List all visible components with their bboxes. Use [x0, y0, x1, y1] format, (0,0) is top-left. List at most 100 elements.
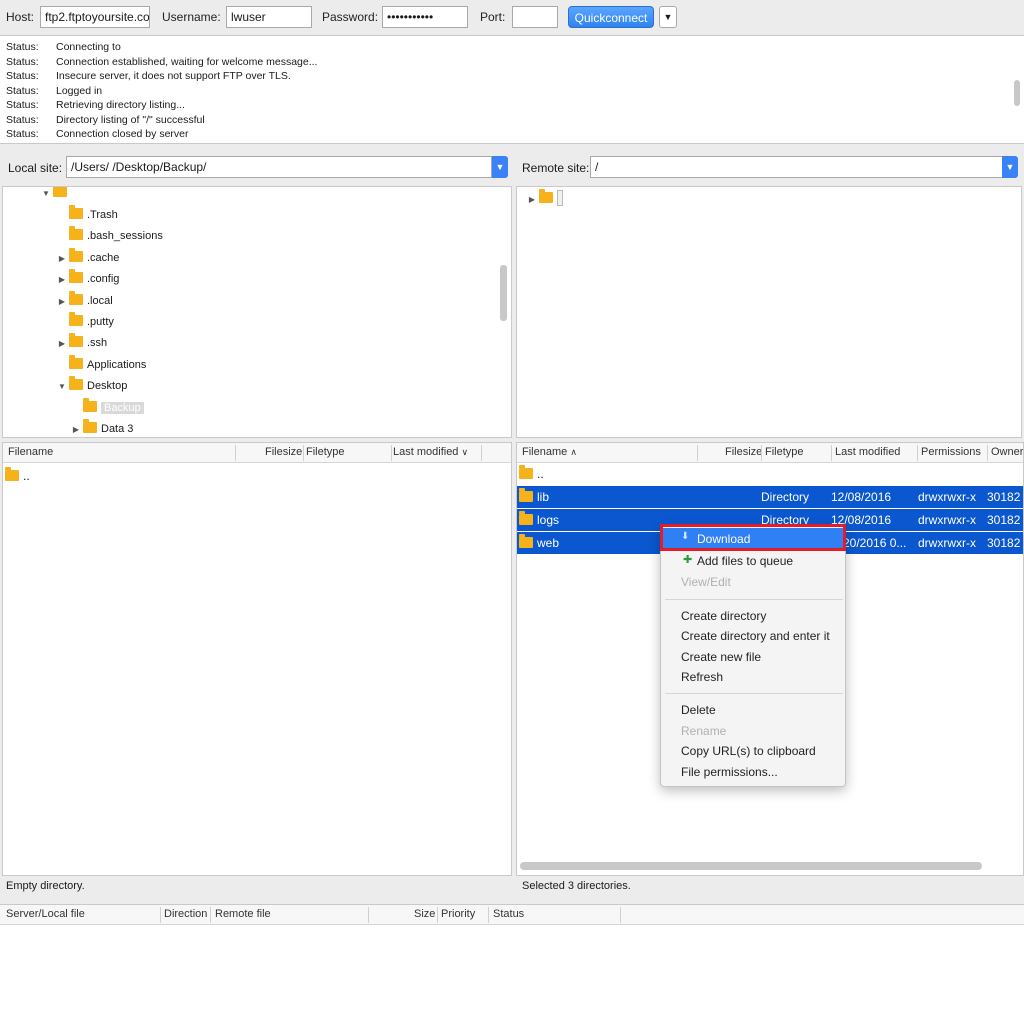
local-site-label: Local site: — [8, 161, 63, 175]
local-site-dropdown[interactable]: ▼ — [492, 156, 508, 178]
port-label: Port: — [480, 10, 506, 24]
file-permissions: drwxrwxr-x — [918, 513, 976, 527]
log-message: Logged in — [56, 84, 103, 97]
file-permissions-menu-item[interactable]: File permissions... — [681, 762, 778, 782]
sort-desc-icon: ∨ — [461, 447, 469, 457]
collapsed-arrow-icon[interactable]: ▶ — [55, 249, 69, 269]
col-remote-file[interactable]: Remote file — [215, 908, 271, 920]
file-owner: 30182 — [987, 536, 1021, 550]
folder-icon — [519, 534, 533, 548]
remote-list-horizontal-scrollbar[interactable] — [520, 862, 982, 870]
col-direction[interactable]: Direction — [164, 908, 207, 920]
col-permissions[interactable]: Permissions — [921, 446, 981, 458]
tree-item-backup[interactable]: Backup — [69, 398, 144, 418]
col-last-modified-label: Last modified — [393, 446, 459, 458]
local-site-path-input[interactable]: /Users/ /Desktop/Backup/ — [66, 156, 492, 178]
col-server-local-file[interactable]: Server/Local file — [6, 908, 85, 920]
folder-icon — [69, 248, 83, 262]
collapsed-arrow-icon[interactable]: ▶ — [525, 190, 539, 210]
folder-icon — [519, 488, 533, 502]
copy-url-menu-item[interactable]: Copy URL(s) to clipboard — [681, 741, 816, 761]
col-filesize[interactable]: Filesize — [725, 446, 762, 458]
col-priority[interactable]: Priority — [441, 908, 475, 920]
tree-item-applications[interactable]: Applications — [55, 355, 146, 375]
col-filetype[interactable]: Filetype — [765, 446, 804, 458]
local-file-list[interactable]: Filename Filesize Filetype Last modified… — [2, 442, 512, 876]
password-label: Password: — [322, 10, 379, 24]
log-message: Connection established, waiting for welc… — [56, 55, 318, 68]
log-message: Directory listing of "/" successful — [56, 113, 205, 126]
log-status-label: Status: — [6, 41, 39, 53]
tree-item-label: Data 3 — [101, 423, 134, 435]
collapsed-arrow-icon[interactable]: ▶ — [55, 292, 69, 312]
tree-item-label: Desktop — [87, 380, 128, 392]
folder-icon — [69, 376, 83, 390]
tree-item-home[interactable]: ▼ — [39, 187, 71, 203]
create-new-file-menu-item[interactable]: Create new file — [681, 647, 761, 667]
folder-icon — [519, 511, 533, 525]
tree-item-trash[interactable]: .Trash — [55, 205, 118, 225]
tree-item-bash-sessions[interactable]: .bash_sessions — [55, 226, 163, 246]
list-item-parent[interactable]: .. — [517, 463, 1023, 485]
delete-menu-item[interactable]: Delete — [681, 700, 716, 720]
collapsed-arrow-icon[interactable]: ▶ — [69, 420, 83, 437]
expanded-arrow-icon[interactable]: ▼ — [55, 377, 69, 397]
collapsed-arrow-icon[interactable]: ▶ — [55, 334, 69, 354]
remote-site-path-input[interactable]: / — [590, 156, 1004, 178]
folder-icon — [83, 419, 97, 433]
log-message: Insecure server, it does not support FTP… — [56, 70, 291, 82]
col-filetype[interactable]: Filetype — [306, 446, 345, 458]
port-input[interactable] — [512, 6, 558, 28]
add-files-to-queue-menu-item[interactable]: Add files to queue — [697, 551, 793, 571]
host-input[interactable]: ftp2.ftptoyoursite.co — [40, 6, 150, 28]
quickconnect-dropdown-button[interactable]: ▼ — [659, 6, 677, 28]
create-directory-menu-item[interactable]: Create directory — [681, 606, 766, 626]
folder-icon — [69, 333, 83, 347]
context-menu: ⬇ Download ✚ Add files to queue View/Edi… — [660, 525, 846, 787]
transfer-queue[interactable]: Server/Local file Direction Remote file … — [0, 904, 1024, 1024]
log-line: Status: Logged in — [0, 84, 1024, 99]
file-owner: 30182 — [987, 513, 1021, 527]
tree-item-cache[interactable]: ▶ .cache — [55, 248, 119, 268]
create-directory-enter-menu-item[interactable]: Create directory and enter it — [681, 626, 830, 646]
username-input[interactable]: lwuser — [226, 6, 312, 28]
log-message: Connection closed by server — [56, 128, 189, 140]
file-permissions: drwxrwxr-x — [918, 490, 976, 504]
remote-directory-tree[interactable]: ▶ — [516, 186, 1022, 438]
col-status[interactable]: Status — [493, 908, 524, 920]
log-line: Status: Connection established, waiting f… — [0, 55, 1024, 70]
refresh-menu-item[interactable]: Refresh — [681, 667, 723, 687]
message-log[interactable]: Status: Connecting to Status: Connection es… — [0, 36, 1024, 144]
log-status-label: Status: — [6, 84, 39, 97]
col-last-modified[interactable]: Last modified ∨ — [393, 446, 468, 458]
quickconnect-button[interactable]: Quickconnect — [568, 6, 654, 28]
col-size[interactable]: Size — [414, 908, 435, 920]
local-list-header: Filename Filesize Filetype Last modified… — [3, 443, 511, 463]
tree-item-local[interactable]: ▶ .local — [55, 291, 113, 311]
tree-item-label: .putty — [87, 316, 114, 328]
col-filesize[interactable]: Filesize — [265, 446, 302, 458]
log-status-label: Status: — [6, 55, 39, 68]
chevron-down-icon: ▼ — [1005, 162, 1015, 172]
tree-item-config[interactable]: ▶ .config — [55, 269, 119, 289]
tree-item-desktop[interactable]: ▼ Desktop — [55, 376, 127, 396]
log-line: Status: Directory listing of "/" successf… — [0, 113, 1024, 128]
tree-item-ssh[interactable]: ▶ .ssh — [55, 333, 107, 353]
tree-item-data3[interactable]: ▶ Data 3 — [69, 419, 134, 437]
password-input[interactable]: ••••••••••• — [382, 6, 468, 28]
file-name: lib — [537, 490, 550, 504]
tree-item-root[interactable]: ▶ — [525, 189, 563, 209]
col-last-modified[interactable]: Last modified — [835, 446, 900, 458]
log-scrollbar[interactable] — [1014, 80, 1020, 106]
list-item[interactable]: .. — [3, 465, 511, 487]
local-tree-scrollbar[interactable] — [500, 265, 507, 321]
remote-site-dropdown[interactable]: ▼ — [1002, 156, 1018, 178]
table-row[interactable]: lib Directory 12/08/2016 drwxrwxr-x 3018… — [517, 486, 1023, 508]
col-filename[interactable]: Filename ∧ — [522, 446, 577, 458]
col-filename[interactable]: Filename — [8, 446, 53, 458]
col-owner[interactable]: Owner/ — [991, 446, 1023, 458]
collapsed-arrow-icon[interactable]: ▶ — [55, 270, 69, 290]
local-directory-tree[interactable]: ▼ .Trash .bash_sessions ▶ .cache ▶ .config… — [2, 186, 512, 438]
local-status-bar: Empty directory. — [0, 876, 512, 896]
tree-item-putty[interactable]: .putty — [55, 312, 114, 332]
